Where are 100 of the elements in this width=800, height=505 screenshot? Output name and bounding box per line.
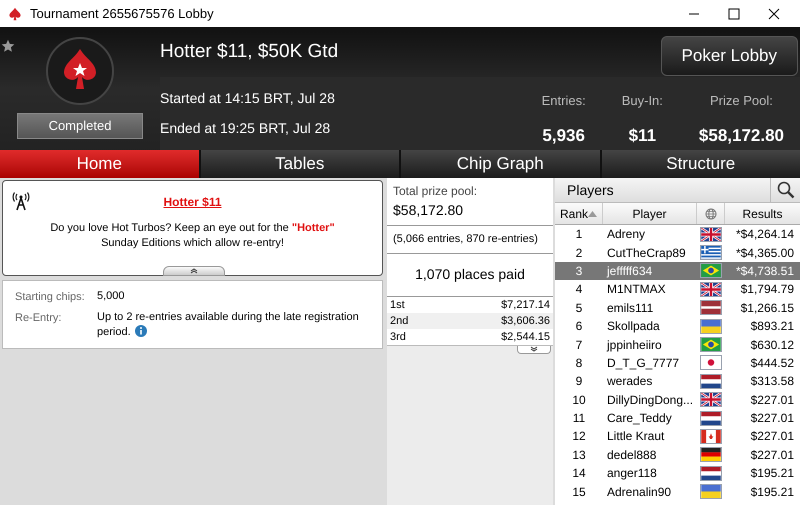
result-cell-text: $630.12 [750,336,795,354]
rank-cell-text: 5 [574,300,584,317]
result-cell-text: $1,266.15 [740,300,795,317]
flag-icon [700,337,722,352]
end-time: Ended at 19:25 BRT, Jul 28 [160,119,332,138]
player-name: Care_Teddy [606,410,673,428]
spade-logo-icon [8,6,22,20]
prize-amount: $3,606.36 [501,314,550,328]
detail-value: Up to 2 re-entries available during the late registration period. [97,310,360,340]
rank-cell-text: 7 [574,336,584,354]
close-icon[interactable] [768,8,780,20]
stat-value: $58,172.80 [698,124,784,146]
flag-icon [700,484,722,500]
poker-lobby-button[interactable]: Poker Lobby [660,36,798,76]
flag-icon [700,263,722,278]
detail-label: Re-Entry: [15,310,62,326]
player-row[interactable]: 14 anger118 $195.21 [555,464,800,482]
star-icon[interactable] [1,39,15,53]
column-header[interactable]: Player [603,203,697,224]
collapse-tab[interactable] [163,266,225,276]
total-prize-label: Total prize pool: [393,183,478,200]
player-name: Little Kraut [606,428,666,446]
tab[interactable]: Tables [200,150,399,178]
flag-icon [700,428,722,444]
flag-icon [700,226,722,242]
news-text: Do you love Hot Turbos? Keep an eye out for the "Hotter" Sunday Editions which allow re-entry! [49,221,336,251]
rank-cell-text: 2 [574,244,584,262]
sort-icon [588,210,597,216]
players-title: Players [566,180,614,200]
player-row[interactable]: 11 Care_Teddy $227.01 [555,408,800,428]
player-name: Skollpada [606,318,661,336]
player-row[interactable]: 5 emils111 $1,266.15 [555,298,800,317]
info-icon[interactable] [134,324,147,336]
broadcast-icon [11,191,31,211]
search-icon [776,181,794,199]
player-row[interactable]: 1 Adreny *$4,264.14 [555,225,800,244]
rank-cell-text: 8 [574,354,584,372]
rank-cell-text: 6 [574,318,584,336]
rank-cell-text: 4 [574,281,584,298]
expand-tab[interactable] [517,346,551,354]
news-title-link[interactable]: Hotter $11 [163,193,222,211]
player-row[interactable]: 2 CutTheCrap89 *$4,365.00 [555,243,800,262]
rank-cell-text: 3 [574,262,584,280]
flag-icon [700,282,722,297]
place-label: 3rd [390,330,406,344]
player-row[interactable]: 4 M1NTMAX $1,794.79 [555,280,800,299]
status-ribbon: Completed [17,113,143,138]
stat-label: Prize Pool: [710,92,773,110]
player-name: CutTheCrap89 [606,244,687,262]
entries-summary: (5,066 entries, 870 re-entries) [387,226,553,254]
player-name: jppinheiiro [606,336,663,354]
result-cell-text: $444.52 [750,354,795,372]
result-cell-text: $1,794.79 [740,281,795,298]
result-cell-text: $227.01 [750,446,795,464]
player-row[interactable]: 10 DillyDingDong... $227.01 [555,390,800,409]
player-row[interactable]: 9 werades $313.58 [555,372,800,391]
column-header[interactable]: Results [725,203,800,224]
result-cell-text: $195.21 [750,484,795,501]
tab[interactable]: Home [0,150,198,178]
window-title: Tournament 2655675576 Lobby [30,4,214,23]
rank-cell-text: 10 [571,392,587,409]
stat-label: Buy-In: [622,92,663,110]
tab[interactable]: Structure [602,150,800,178]
result-cell-text: $227.01 [750,392,795,409]
tab[interactable]: Chip Graph [401,150,600,178]
flag-icon [700,466,722,481]
stat-value: $11 [628,124,656,146]
detail-value: 5,000 [97,289,125,304]
player-row[interactable]: 12 Little Kraut $227.01 [555,427,800,446]
player-name: emils111 [606,300,654,317]
maximize-icon[interactable] [728,8,740,20]
player-name: dedel888 [606,446,658,464]
flag-icon [700,392,722,408]
player-row[interactable]: 8 D_T_G_7777 $444.52 [555,354,800,372]
player-name: D_T_G_7777 [606,354,680,372]
player-name: Adrenalin90 [606,484,672,501]
flag-icon [700,355,722,370]
player-name: jefffff634 [606,262,654,280]
player-row[interactable]: 6 Skollpada $893.21 [555,316,800,336]
player-row[interactable]: 3 jefffff634 *$4,738.51 [555,262,800,280]
start-time: Started at 14:15 BRT, Jul 28 [160,88,335,108]
rank-cell-text: 14 [571,465,587,482]
globe-icon [704,208,716,220]
player-name: anger118 [606,465,658,482]
player-row[interactable]: 15 Adrenalin90 $195.21 [555,482,800,501]
rank-cell-text: 9 [574,373,584,390]
column-header[interactable]: Rank [555,203,603,224]
stat-value: 5,936 [542,124,585,146]
flag-icon [700,447,722,462]
expand-icon [530,346,538,352]
player-name: DillyDingDong... [606,392,694,409]
result-cell-text: *$4,365.00 [734,244,795,262]
total-prize-value: $58,172.80 [393,201,464,220]
result-cell-text: $195.21 [750,465,795,482]
player-name: Adreny [606,226,646,244]
player-row[interactable]: 7 jppinheiiro $630.12 [555,335,800,354]
stat-label: Entries: [542,92,586,110]
player-row[interactable]: 13 dedel888 $227.01 [555,446,800,464]
prize-amount: $2,544.15 [501,330,550,344]
rank-cell-text: 15 [571,484,587,501]
